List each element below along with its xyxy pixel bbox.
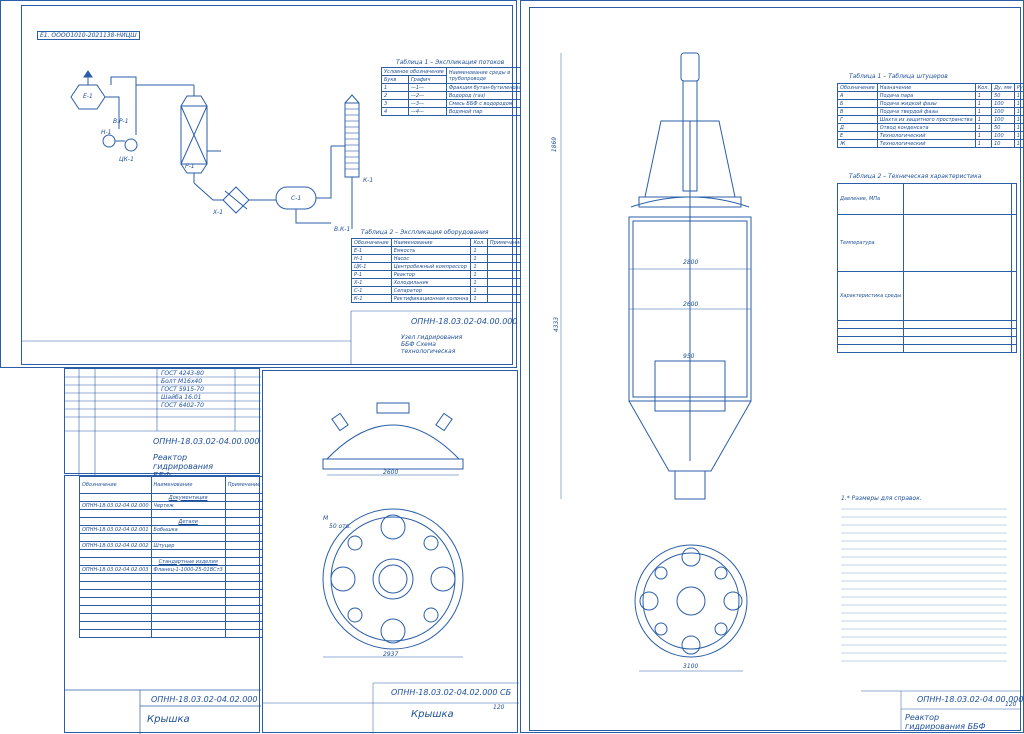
column-k1 xyxy=(344,102,360,178)
table1-row: Смесь ББФ с водородом xyxy=(445,99,528,108)
equip-name: Реактор xyxy=(390,270,472,279)
spec-item: ГОСТ 5915-70 xyxy=(161,386,204,393)
dim-2937: 2937 xyxy=(383,651,399,658)
flow-diagram-svg xyxy=(21,70,513,365)
spec-item: Шайба 16.01 xyxy=(161,394,202,401)
stamp-title: Узел гидрирования ББФ Схема технологичес… xyxy=(401,334,463,355)
equip-name: Емкость xyxy=(390,246,472,255)
label-e1: Е-1 xyxy=(83,93,93,100)
equip-name: Сепаратор xyxy=(390,286,472,295)
table1-row: Фракция бутан-бутиленовая xyxy=(445,83,528,92)
equip-code: Х-1 xyxy=(351,278,392,287)
spec-code: ОПНН-18.03.02-04.00.000 xyxy=(153,437,260,446)
dim-thread: М xyxy=(323,515,329,522)
cover-title: Крышка xyxy=(147,714,190,725)
table2-head-2: Кол. xyxy=(470,238,488,247)
assembly-sheet-no: 120 xyxy=(1005,701,1017,708)
equip-code: ЦК-1 xyxy=(351,262,392,271)
drawing-code: ОПНН-18.03.02-04.02.000 СБ xyxy=(391,688,512,697)
compressor-ck1 xyxy=(124,138,138,152)
notes-lines xyxy=(841,508,1007,662)
sheet-cover-drawing: 2600 2937 50 отв. М ОПНН-18.03.02-04.02.… xyxy=(262,370,519,734)
label-x1: Х-1 xyxy=(213,209,224,216)
table1-title: Таблица 1 – Экспликация потоков xyxy=(396,59,505,66)
cover-drawing-svg xyxy=(263,402,519,734)
drawing-sheet-no: 120 xyxy=(493,704,505,711)
table1-sub-1: Графич xyxy=(407,75,447,84)
table1-sub-0: Букв xyxy=(381,75,409,84)
equipment-table: Обозначение Наименование Кол. Примечание Е-… xyxy=(351,238,526,303)
equip-code: С-1 xyxy=(351,286,392,295)
dim-2600: 2600 xyxy=(383,469,399,476)
spec-item: Болт М16х40 xyxy=(161,378,203,385)
table1-row: Водород (газ) xyxy=(445,91,528,100)
label-vr1: В.Р-1 xyxy=(113,118,129,125)
pump-n1 xyxy=(102,134,116,148)
label-c1: С-1 xyxy=(291,195,302,202)
cover-code: ОПНН-18.03.02-04.02.000 xyxy=(151,695,258,704)
table2-head-1: Наименование xyxy=(390,238,472,247)
table1-head-0: Условное обозначение xyxy=(381,67,447,76)
spec-item: ГОСТ 6402-70 xyxy=(161,402,204,409)
table2-head-0: Обозначение xyxy=(351,238,392,247)
spec-item: ГОСТ 4243-80 xyxy=(161,370,204,377)
stamp-code: ОПНН-18.03.02-04.00.000 ТЗ xyxy=(411,317,531,326)
dim-holes: 50 отв. xyxy=(329,523,352,530)
equip-name: Центробежный компрессор xyxy=(390,262,472,271)
equip-code: К-1 xyxy=(351,294,392,303)
equip-code: Е-1 xyxy=(351,246,392,255)
assembly-title: Реактор гидрирования ББФ xyxy=(905,713,986,731)
equip-code: Р-1 xyxy=(351,270,392,279)
streams-table: Условное обозначение Наименование среды в… xyxy=(381,67,528,116)
cover-plan-circle xyxy=(322,508,464,650)
sheet-reactor-assembly: 4333 2800 2600 950 1869 3100 Таблица 1 –… xyxy=(520,0,1024,733)
sheet-cover-spec: Обозначение Наименование Примечание Докуме… xyxy=(64,475,264,734)
label-r1: Р-1 xyxy=(185,163,195,170)
drawing-title: Крышка xyxy=(411,709,454,720)
equip-name: Насос xyxy=(390,254,472,263)
label-k1: К-1 xyxy=(363,177,374,184)
equip-name: Холодильник xyxy=(390,278,472,287)
table1-head-1: Наименование среды в трубопроводе xyxy=(445,67,528,84)
table1-row: Водяной пар xyxy=(445,107,528,116)
equip-code: Н-1 xyxy=(351,254,392,263)
label-ck1: ЦК-1 xyxy=(119,156,134,163)
sheet-flow-diagram: Е1. ОООО1010-2021138-НИЦШ Е-1 В.Р-1 Н-1 … xyxy=(0,0,530,368)
label-vk1: В.К-1 xyxy=(334,226,351,233)
sheet-reactor-spec: ГОСТ 4243-80 Болт М16х40 ГОСТ 5915-70 Ша… xyxy=(64,368,261,480)
table2-title: Таблица 2 – Экспликация оборудования xyxy=(361,229,489,236)
equip-name: Ректификационная колонна xyxy=(390,294,472,303)
label-n1: Н-1 xyxy=(101,129,112,136)
